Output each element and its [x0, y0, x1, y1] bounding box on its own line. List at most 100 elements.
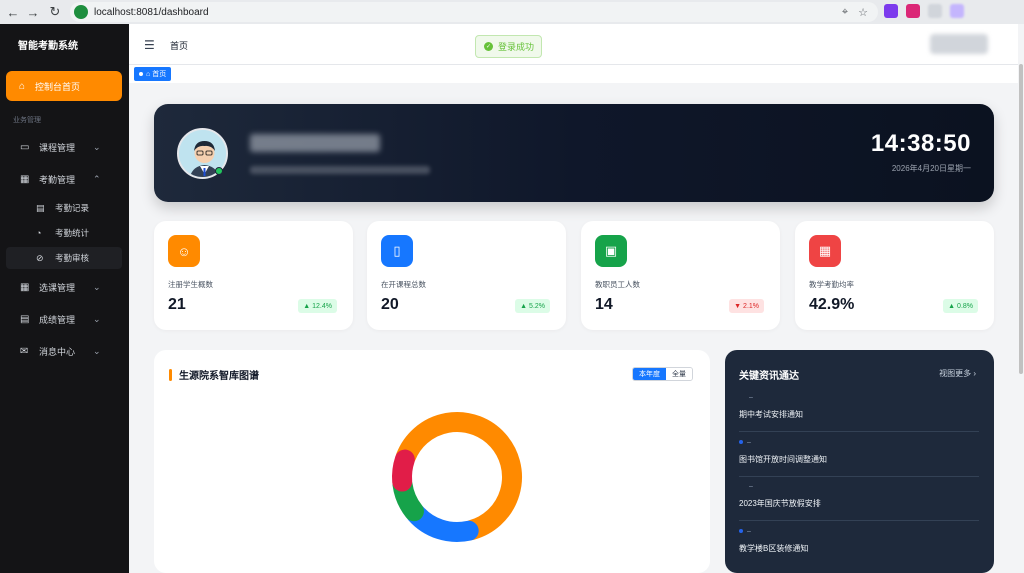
bookmark-star-icon[interactable]: ☆: [858, 6, 868, 19]
url-text: localhost:8081/dashboard: [94, 6, 209, 18]
stat-card-courses: ▯ 在开课程总数 20 ▲ 5.2%: [367, 221, 566, 330]
tab-label: 首页: [152, 71, 167, 78]
site-info-icon[interactable]: [74, 5, 88, 19]
chevron-up-icon: ⌃: [93, 173, 101, 184]
home-icon: ⌂: [19, 80, 26, 92]
news-text: 期中考试安排通知: [739, 410, 803, 419]
news-text: 图书馆开放时间调整通知: [739, 455, 827, 464]
unread-dot-icon: [739, 529, 743, 534]
select-icon: ▦: [20, 281, 30, 293]
extension-icon[interactable]: [906, 4, 920, 18]
location-icon[interactable]: ⌖: [842, 6, 848, 19]
news-dash: –: [739, 528, 979, 535]
home-small-icon: ⌂: [146, 70, 151, 78]
news-item[interactable]: – 2023年国庆节放假安排: [739, 483, 979, 509]
sidebar-item-messages[interactable]: ✉ 消息中心 ⌄: [0, 337, 129, 365]
sidebar-item-attendance[interactable]: ▦ 考勤管理 ⌃: [0, 165, 129, 193]
sidebar-item-label: 课程管理: [39, 142, 76, 153]
sidebar-subitem-label: 考勤审核: [55, 253, 90, 263]
clock: 14:38:50: [870, 130, 971, 157]
stat-change-badge: ▼ 2.1%: [729, 299, 764, 313]
divider: [739, 476, 979, 477]
stat-label: 在开课程总数: [381, 280, 426, 289]
stat-card-students: ☺ 注册学生概数 21 ▲ 12.4%: [154, 221, 353, 330]
stat-label: 教职员工人数: [595, 280, 640, 289]
notebook-icon: ▯: [381, 235, 413, 267]
view-more-link[interactable]: 视图更多 ›: [939, 368, 976, 379]
active-dot-icon: [139, 72, 143, 76]
divider: [739, 520, 979, 521]
news-dash: –: [749, 394, 753, 401]
chevron-down-icon: ⌄: [93, 345, 101, 356]
calendar-icon: ▦: [809, 235, 841, 267]
scrollbar[interactable]: [1018, 24, 1024, 573]
sidebar-item-grades[interactable]: ▤ 成绩管理 ⌄: [0, 305, 129, 333]
breadcrumb[interactable]: 首页: [170, 39, 188, 52]
staff-icon: ▣: [595, 235, 627, 267]
chart-title-text: 生源院系智库图谱: [179, 371, 259, 382]
sidebar-subitem-label: 考勤记录: [55, 203, 90, 213]
address-bar[interactable]: localhost:8081/dashboard ⌖ ☆: [70, 2, 878, 22]
sidebar-item-label: 控制台首页: [35, 81, 81, 92]
sidebar-subitem-label: 考勤统计: [55, 228, 90, 238]
news-panel: 关键资讯通达 视图更多 › – 期中考试安排通知 – 图书馆开放时间调整通知 –…: [725, 350, 994, 573]
stat-card-attendance: ▦ 教学考勤均率 42.9% ▲ 0.8%: [795, 221, 994, 330]
date: 2026年4月20日星期一: [891, 164, 971, 173]
extension-icon[interactable]: [928, 4, 942, 18]
news-title: 关键资讯通达: [739, 371, 799, 382]
forward-arrow-icon[interactable]: →: [24, 3, 42, 21]
app-brand: 智能考勤系统: [18, 40, 78, 52]
sidebar-subitem-stats[interactable]: ◔ 考勤统计: [6, 222, 122, 244]
news-item[interactable]: – 图书馆开放时间调整通知: [739, 439, 979, 465]
chart-panel: 生源院系智库图谱 本年度 全量: [154, 350, 710, 573]
stat-value: 14: [595, 296, 613, 313]
donut-slice[interactable]: [392, 449, 415, 492]
sidebar-subitem-review[interactable]: ⊘ 考勤审核: [6, 247, 122, 269]
sidebar-item-home[interactable]: ⌂ 控制台首页: [6, 71, 122, 101]
stat-label: 教学考勤均率: [809, 280, 854, 289]
chevron-down-icon: ⌄: [93, 281, 101, 292]
stat-change-badge: ▲ 5.2%: [515, 299, 550, 313]
period-toggle: 本年度 全量: [632, 367, 693, 381]
welcome-banner: 14:38:50 2026年4月20日星期一: [154, 104, 994, 202]
file-icon: ▤: [36, 202, 45, 213]
sidebar-item-selection[interactable]: ▦ 选课管理 ⌄: [0, 273, 129, 301]
stat-value: 42.9%: [809, 296, 855, 313]
toast-text: 登录成功: [498, 42, 535, 52]
toggle-this-year[interactable]: 本年度: [633, 368, 666, 380]
sidebar-item-courses[interactable]: ▭ 课程管理 ⌄: [0, 133, 129, 161]
sidebar: 智能考勤系统 ⌂ 控制台首页 业务管理 ▭ 课程管理 ⌄ ▦ 考勤管理 ⌃ ▤ …: [0, 24, 129, 573]
mail-icon: ✉: [20, 345, 29, 357]
check-icon: ✓: [484, 42, 493, 51]
online-status-dot: [215, 167, 223, 175]
book-icon: ▭: [20, 141, 30, 153]
back-arrow-icon[interactable]: ←: [4, 3, 22, 21]
stat-change-badge: ▲ 12.4%: [298, 299, 337, 313]
sidebar-item-label: 消息中心: [39, 346, 76, 357]
sidebar-item-label: 成绩管理: [39, 314, 76, 325]
donut-chart: [392, 412, 522, 542]
tab-home[interactable]: ⌂ 首页: [134, 67, 172, 81]
donut-slice[interactable]: [405, 503, 479, 542]
top-header: ☰ 首页 ✓ 登录成功: [129, 24, 1018, 64]
profile-icon[interactable]: [950, 4, 964, 18]
menu-toggle-icon[interactable]: ☰: [144, 38, 155, 52]
sidebar-item-label: 选课管理: [39, 282, 76, 293]
document-icon: ▤: [20, 313, 30, 325]
title-accent-bar: [169, 368, 172, 381]
user-menu[interactable]: [930, 34, 988, 54]
divider: [739, 431, 979, 432]
news-item[interactable]: – 教学楼B区装修通知: [739, 528, 979, 554]
browser-toolbar: ← → ↻ localhost:8081/dashboard ⌖ ☆: [0, 0, 1024, 24]
stat-label: 注册学生概数: [168, 280, 213, 289]
sidebar-subitem-records[interactable]: ▤ 考勤记录: [6, 197, 122, 219]
user-icon: ☺: [168, 235, 200, 267]
scrollbar-thumb[interactable]: [1019, 64, 1023, 374]
news-item[interactable]: – 期中考试安排通知: [739, 394, 979, 420]
check-circle-icon: ⊘: [36, 252, 44, 263]
main-content: ☰ 首页 ✓ 登录成功 ⌂ 首页 14:38:50 2026年4月20日星期一 …: [129, 24, 1024, 573]
extension-icon[interactable]: [884, 4, 898, 18]
toggle-all[interactable]: 全量: [666, 368, 692, 380]
reload-icon[interactable]: ↻: [46, 3, 64, 21]
section-label: 业务管理: [13, 117, 41, 124]
